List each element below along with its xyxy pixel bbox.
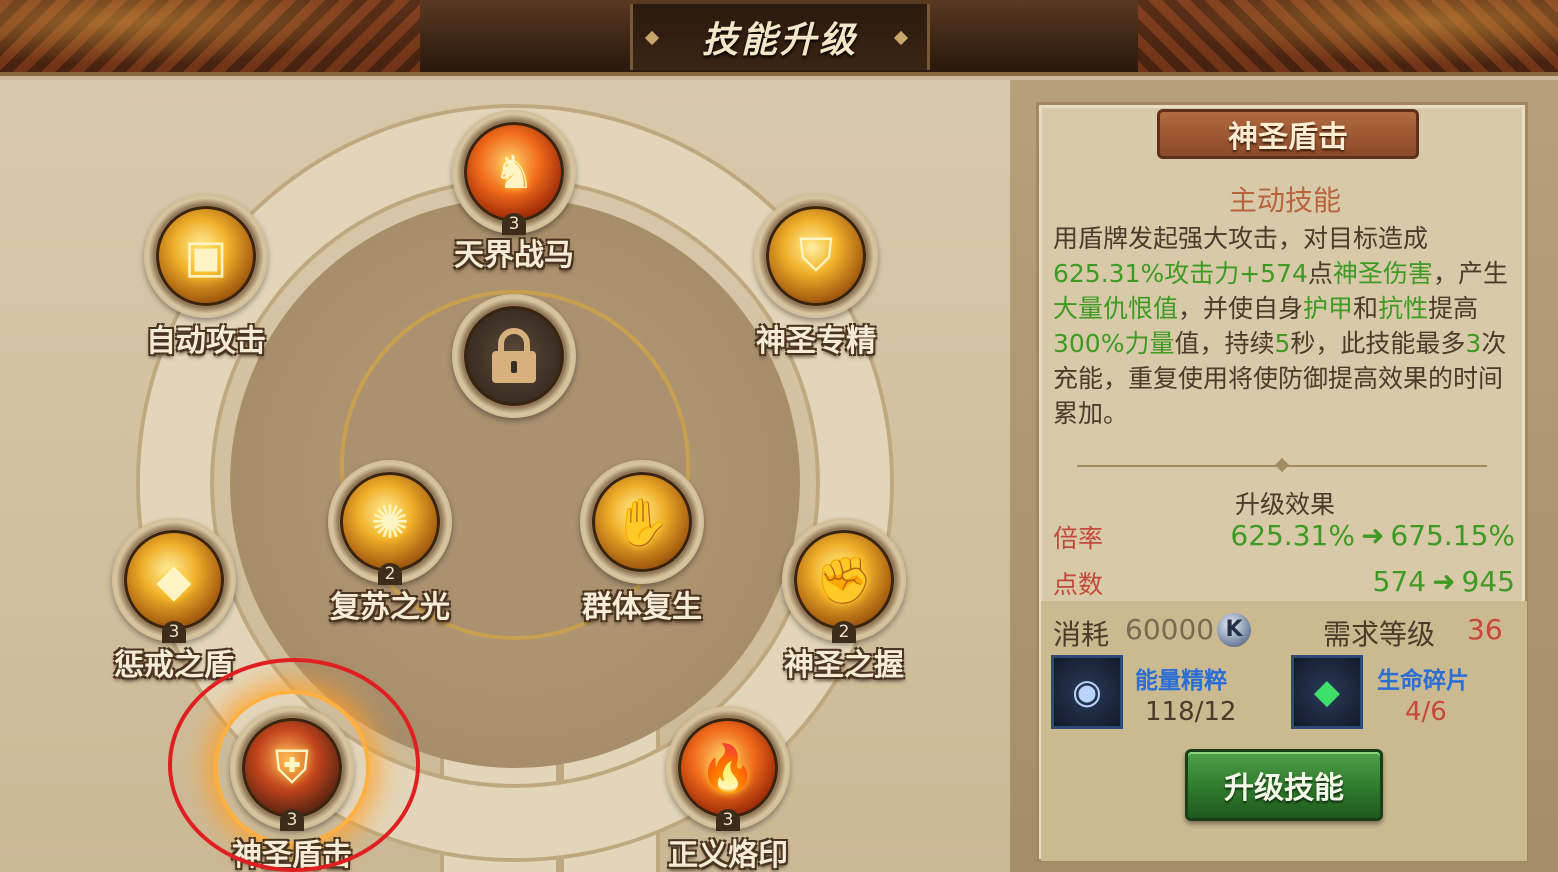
skill-label: 群体复生 <box>582 590 702 625</box>
upgrade-button-label: 升级技能 <box>1224 771 1344 806</box>
skill-label: 复苏之光 <box>330 590 450 625</box>
skill-node-zhiwo[interactable]: ✊ 2 神圣之握 <box>782 518 906 683</box>
header-ornament-right <box>1138 0 1558 72</box>
cost-value: 60000 <box>1125 613 1215 646</box>
skill-node-zidong[interactable]: ▣ 自动攻击 <box>144 194 268 359</box>
golden-cubes-icon: ▣ <box>156 206 256 306</box>
stat-values: 625.31% ➜ 675.15% <box>1230 519 1515 552</box>
skill-type: 主动技能 <box>1228 184 1341 217</box>
skill-node-qunti[interactable]: ✋ 群体复生 <box>580 460 704 625</box>
skill-label: 神圣之握 <box>784 648 904 683</box>
upgrade-skill-button[interactable]: 升级技能 <box>1185 749 1383 821</box>
skill-label: 神圣专精 <box>756 324 876 359</box>
stat-row-points: 点数 574 ➜ 945 <box>1053 565 1515 601</box>
desc-text: 和 <box>1353 294 1379 323</box>
cost-label: 消耗 <box>1053 618 1110 651</box>
skill-name-banner: 神圣盾击 <box>1157 109 1419 159</box>
skill-label: 自动攻击 <box>146 324 266 359</box>
stat-label: 倍率 <box>1053 524 1104 553</box>
skill-node-laoyin[interactable]: 🔥 3 正义烙印 <box>666 706 790 872</box>
desc-highlight: 3 <box>1465 329 1482 358</box>
desc-text: 提高 <box>1428 294 1479 323</box>
stat-to: 675.15% <box>1390 519 1515 552</box>
page-title: 技能升级 <box>701 20 858 61</box>
desc-highlight: 护甲 <box>1303 294 1354 323</box>
divider-ornament <box>1274 457 1290 473</box>
gem-shield-icon: ◆ <box>124 530 224 630</box>
energy-orb-icon[interactable]: ◉ <box>1051 655 1123 729</box>
skill-detail-panel: 神圣盾击 主动技能 用盾牌发起强大攻击，对目标造成625.31%攻击力+574点… <box>1010 80 1558 872</box>
skill-label: 正义烙印 <box>668 838 788 872</box>
skill-node-zhuanjing[interactable]: ⛉ 神圣专精 <box>754 194 878 359</box>
desc-text: 用盾牌发起强大攻击，对目标造成 <box>1053 224 1429 253</box>
desc-text: 值，持续 <box>1174 329 1275 358</box>
desc-highlight: 5 <box>1274 329 1291 358</box>
desc-highlight: 抗性 <box>1378 294 1429 323</box>
stat-to: 945 <box>1461 565 1515 598</box>
header-ornament-left <box>0 0 420 72</box>
stat-from: 574 <box>1372 565 1427 598</box>
material-count: 118/12 <box>1145 697 1237 727</box>
horse-icon: ♞ <box>464 122 564 222</box>
right-arrow-icon: ➜ <box>1432 565 1456 598</box>
desc-highlight: 神圣伤害 <box>1332 259 1433 288</box>
red-highlight-annotation <box>168 658 420 872</box>
holy-shield-icon: ⛉ <box>766 206 866 306</box>
green-shard-icon[interactable]: ◆ <box>1291 655 1363 729</box>
golden-hand-icon: ✋ <box>592 472 692 572</box>
desc-text: ，产生 <box>1432 259 1508 288</box>
flame-brand-icon: 🔥 <box>678 718 778 818</box>
desc-text: 点 <box>1307 259 1333 288</box>
skill-level-badge: 3 <box>716 809 740 831</box>
title-bar: 技能升级 <box>0 0 1558 76</box>
skill-node-chengjie[interactable]: ◆ 3 惩戒之盾 <box>112 518 236 683</box>
stat-values: 574 ➜ 945 <box>1373 565 1515 598</box>
desc-highlight: 300%力量 <box>1053 329 1175 358</box>
stat-row-rate: 倍率 625.31% ➜ 675.15% <box>1053 519 1515 555</box>
skill-label: 天界战马 <box>454 238 574 273</box>
skill-detail-card: 神圣盾击 主动技能 用盾牌发起强大攻击，对目标造成625.31%攻击力+574点… <box>1036 102 1528 862</box>
skill-node-tianjie[interactable]: ♞ 3 天界战马 <box>452 110 576 273</box>
skill-name: 神圣盾击 <box>1228 120 1348 155</box>
material-count: 4/6 <box>1405 697 1447 727</box>
required-level-label: 需求等级 <box>1323 618 1436 651</box>
skill-tree-board: ♞ 3 天界战马 ▣ 自动攻击 ⛉ 神圣专精 ✺ 2 复苏之光 ✋ 群体复生 ◆… <box>0 80 1010 872</box>
material-name: 生命碎片 <box>1377 668 1469 694</box>
required-level-value: 36 <box>1467 613 1503 646</box>
currency-coin-icon: K <box>1217 613 1251 647</box>
fist-icon: ✊ <box>794 530 894 630</box>
right-arrow-icon: ➜ <box>1360 519 1385 552</box>
skill-description: 用盾牌发起强大攻击，对目标造成 625.31%攻击力+574点神圣伤害，产生大量仇… <box>1053 221 1515 431</box>
title-plate: 技能升级 <box>630 4 930 70</box>
stat-label: 点数 <box>1053 570 1104 599</box>
skill-node-fusu[interactable]: ✺ 2 复苏之光 <box>328 460 452 625</box>
desc-text: ，并使自身 <box>1178 294 1304 323</box>
skill-node-locked[interactable] <box>452 294 576 418</box>
material-name: 能量精粹 <box>1135 668 1227 694</box>
upgrade-effect-title: 升级效果 <box>1234 490 1335 519</box>
desc-text: 秒，此技能最多 <box>1290 329 1466 358</box>
upgrade-cost-area: 消耗 60000 K 需求等级 36 ◉ 能量精粹 118/12 ◆ 生命碎片 … <box>1041 601 1527 861</box>
desc-highlight: 625.31%攻击力+574 <box>1053 259 1308 288</box>
lock-icon <box>464 306 564 406</box>
desc-highlight: 大量仇恨值 <box>1053 294 1179 323</box>
lock-icon-shape <box>492 328 536 383</box>
light-burst-icon: ✺ <box>340 472 440 572</box>
stat-from: 625.31% <box>1230 519 1355 552</box>
